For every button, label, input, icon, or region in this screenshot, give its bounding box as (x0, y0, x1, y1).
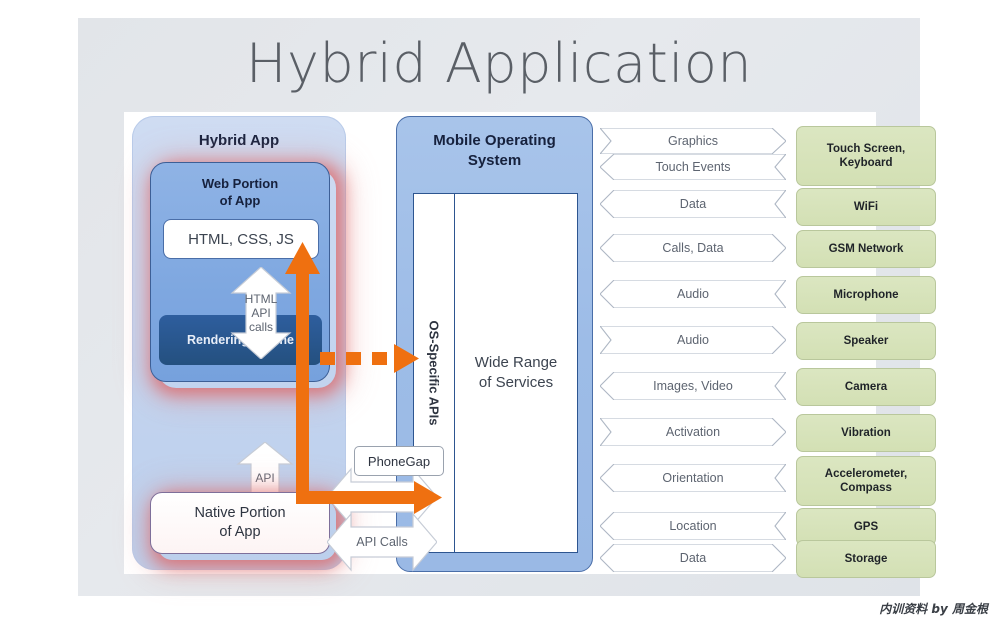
device-9-line1: Storage (844, 553, 888, 565)
device-7-line2: Compass (840, 482, 892, 494)
services-line2: of Services (478, 374, 554, 391)
phonegap-label-box: PhoneGap (354, 446, 444, 476)
device-channels-column: Graphics Touch Events Data Calls, Data A… (600, 112, 936, 578)
device-box-camera: Camera (796, 368, 936, 406)
channel-arrow-graphics: Graphics (600, 128, 786, 154)
slide-canvas: Hybrid Application Hybrid App Web Portio… (78, 18, 936, 596)
device-box-vibration: Vibration (796, 414, 936, 452)
device-box-touch-screen: Touch Screen, Keyboard (796, 126, 936, 186)
device-0-line2: Keyboard (839, 157, 893, 169)
device-4-line1: Speaker (843, 335, 889, 347)
device-7-line1: Accelerometer, (824, 468, 908, 480)
page-title: Hybrid Application (245, 32, 753, 95)
native-portion-line2: of App (219, 524, 261, 540)
channel-arrow-audio-speaker: Audio (600, 326, 786, 354)
device-box-speaker: Speaker (796, 322, 936, 360)
device-5-line1: Camera (844, 381, 888, 393)
channel-arrow-images-video: Images, Video (600, 372, 786, 400)
device-box-accelerometer: Accelerometer, Compass (796, 456, 936, 506)
device-8-line1: GPS (853, 521, 879, 533)
device-box-wifi: WiFi (796, 188, 936, 226)
wide-range-services-text: Wide Range of Services (475, 353, 558, 393)
web-portion-title-line2: of App (219, 193, 261, 208)
device-2-line1: GSM Network (828, 243, 904, 255)
mobile-os-title: Mobile Operating System (397, 131, 592, 171)
diagram-area: Hybrid App Web Portion of App HTML, CSS,… (124, 112, 936, 578)
html-css-js-box: HTML, CSS, JS (163, 219, 319, 259)
device-3-line1: Microphone (833, 289, 899, 301)
wide-range-services-column: Wide Range of Services (455, 194, 577, 552)
device-box-storage: Storage (796, 540, 936, 578)
channel-arrow-touch-events: Touch Events (600, 154, 786, 180)
device-0-line1: Touch Screen, (826, 143, 906, 155)
device-1-line1: WiFi (853, 201, 879, 213)
mobile-os-title-line2: System (467, 152, 522, 169)
native-portion-text: Native Portion of App (194, 504, 285, 542)
os-specific-apis-label: OS-Specific APIs (426, 320, 442, 426)
channel-arrow-audio-mic: Audio (600, 280, 786, 308)
channel-arrow-orientation: Orientation (600, 464, 786, 492)
mobile-os-title-line1: Mobile Operating (433, 132, 556, 149)
mobile-os-inner: OS-Specific APIs Wide Range of Services (413, 193, 578, 553)
device-6-line1: Vibration (841, 427, 891, 439)
channel-arrow-location: Location (600, 512, 786, 540)
credit-text: 内训资料 by 周金根 (879, 602, 988, 616)
channel-arrow-calls-data: Calls, Data (600, 234, 786, 262)
native-portion-box: Native Portion of App (150, 492, 330, 554)
hybrid-app-title: Hybrid App (198, 132, 280, 149)
channel-arrow-data-storage: Data (600, 544, 786, 572)
device-box-gsm-network: GSM Network (796, 230, 936, 268)
native-portion-line1: Native Portion (194, 505, 286, 521)
channel-arrow-activation: Activation (600, 418, 786, 446)
device-box-microphone: Microphone (796, 276, 936, 314)
services-line1: Wide Range (474, 354, 558, 371)
html-api-calls-arrow: HTML API calls (230, 267, 292, 359)
api-calls-bottom-arrow: API Calls (327, 512, 437, 572)
web-portion-title: Web Portion of App (151, 175, 329, 209)
web-portion-title-line1: Web Portion (201, 176, 279, 191)
channel-arrow-data-wifi: Data (600, 190, 786, 218)
